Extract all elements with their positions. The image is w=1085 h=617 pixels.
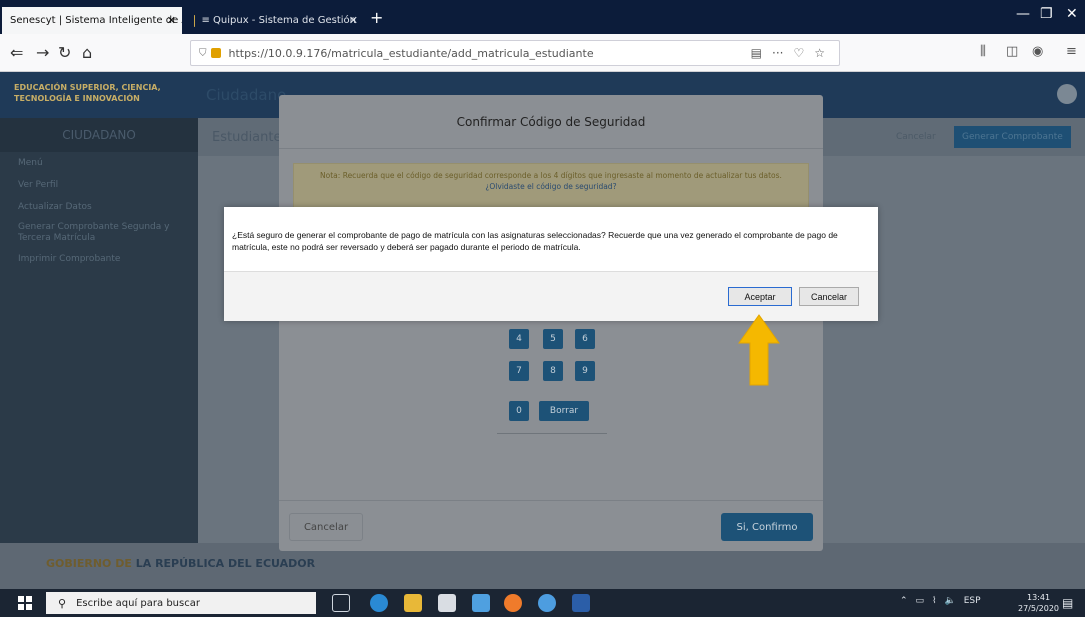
minimize-icon[interactable]: —	[1016, 6, 1030, 22]
sidebar-item-print[interactable]: Imprimir Comprobante	[0, 248, 198, 270]
content-title: Estudiante	[212, 130, 282, 145]
brand-logo: EDUCACIÓN SUPERIOR, CIENCIA, TECNOLOGÍA …	[14, 83, 161, 103]
keypad-key-9[interactable]: 9	[575, 361, 595, 381]
tab-senescyt[interactable]: Senescyt | Sistema Inteligente de A... ✕	[2, 7, 182, 34]
reload-icon[interactable]: ↻	[58, 43, 71, 62]
keypad-key-6[interactable]: 6	[575, 329, 595, 349]
restore-icon[interactable]: ❐	[1040, 6, 1053, 22]
footer-prefix: GOBIERNO DE	[46, 557, 132, 570]
user-menu[interactable]	[1057, 84, 1077, 104]
sidebar-head: CIUDADANO	[0, 118, 198, 152]
browser-tabbar: Senescyt | Sistema Inteligente de A... ✕…	[0, 0, 1085, 34]
clock-date: 27/5/2020	[1018, 604, 1060, 613]
forward-icon[interactable]: →	[36, 43, 49, 62]
tab-label: ≡ Quipux - Sistema de Gestión	[201, 15, 356, 26]
url-text: https://10.0.9.176/matricula_estudiante/…	[228, 46, 594, 60]
windows-start-icon[interactable]	[18, 596, 32, 610]
volume-icon[interactable]: 🔈	[944, 596, 955, 606]
reader-icon[interactable]: ▤	[751, 46, 762, 60]
taskbar-search-placeholder: Escribe aquí para buscar	[76, 597, 200, 609]
shield-icon: ⛉	[199, 47, 207, 59]
forgot-code-link[interactable]: ¿Olvidaste el código de seguridad?	[312, 181, 790, 192]
keypad-key-5[interactable]: 5	[543, 329, 563, 349]
menu-icon[interactable]: ≡	[1066, 44, 1077, 59]
url-actions: ▤ ··· ♡ ☆	[751, 46, 825, 60]
dialog-message: ¿Está seguro de generar el comprobante d…	[232, 230, 838, 252]
keypad-key-0[interactable]: 0	[509, 401, 529, 421]
store-icon[interactable]	[438, 594, 456, 612]
dialog-cancel-button[interactable]: Cancelar	[799, 287, 859, 306]
generate-button[interactable]: Generar Comprobante	[954, 126, 1071, 148]
system-tray: ⌃ ▭ ⌇ 🔈 ESP	[900, 596, 981, 606]
keypad-delete-button[interactable]: Borrar	[539, 401, 589, 421]
sidebar: CIUDADANO Menú Ver Perfil Actualizar Dat…	[0, 118, 198, 543]
modal-cancel-button[interactable]: Cancelar	[289, 513, 363, 541]
page-header-title: Ciudadano	[206, 86, 287, 104]
back-icon[interactable]: ⇐	[10, 43, 23, 62]
sidebar-item-menu[interactable]: Menú	[0, 152, 198, 174]
lock-icon	[210, 48, 221, 58]
search-icon: ⚲	[58, 596, 67, 610]
url-bar[interactable]: ⛉ https://10.0.9.176/matricula_estudiant…	[190, 40, 840, 66]
modal-divider	[279, 500, 823, 501]
accept-button[interactable]: Aceptar	[728, 287, 792, 306]
security-note-text: Nota: Recuerda que el código de segurida…	[320, 171, 782, 180]
confirm-dialog: ¿Está seguro de generar el comprobante d…	[224, 207, 878, 321]
avatar	[1057, 84, 1077, 104]
more-icon[interactable]: ···	[772, 46, 783, 60]
pocket-icon[interactable]: ♡	[793, 46, 804, 60]
up-arrow-icon	[738, 314, 780, 386]
language-indicator[interactable]: ESP	[964, 596, 981, 606]
file-explorer-icon[interactable]	[404, 594, 422, 612]
new-tab-icon[interactable]: +	[370, 8, 383, 27]
sidebar-item-generate[interactable]: Generar Comprobante Segunda y Tercera Ma…	[0, 218, 198, 248]
browser-navbar: ⇐ → ↻ ⌂ ⛉ https://10.0.9.176/matricula_e…	[0, 34, 1085, 72]
notification-icon[interactable]: ▤	[1062, 596, 1073, 610]
footer-main: LA REPÚBLICA DEL ECUADOR	[135, 557, 316, 570]
mail-icon[interactable]	[472, 594, 490, 612]
keypad-divider	[497, 433, 607, 434]
favicon-icon	[194, 14, 196, 27]
taskbar: ⚲ Escribe aquí para buscar ⌃ ▭ ⌇ 🔈 ESP 1…	[0, 589, 1085, 617]
modal-title: Confirmar Código de Seguridad	[279, 95, 823, 149]
edge-icon[interactable]	[370, 594, 388, 612]
close-window-icon[interactable]: ✕	[1066, 6, 1078, 22]
sidebar-icon[interactable]: ◫	[1006, 44, 1018, 59]
account-icon[interactable]: ◉	[1032, 44, 1043, 59]
clock-time: 13:41	[1026, 593, 1051, 602]
close-icon[interactable]: ✕	[167, 14, 176, 27]
task-view-icon[interactable]	[332, 594, 350, 612]
tab-label: Senescyt | Sistema Inteligente de A...	[10, 15, 182, 26]
battery-icon[interactable]: ▭	[916, 596, 925, 606]
home-icon[interactable]: ⌂	[82, 43, 92, 62]
chevron-up-icon[interactable]: ⌃	[900, 596, 908, 606]
keypad-key-7[interactable]: 7	[509, 361, 529, 381]
word-icon[interactable]	[572, 594, 590, 612]
clock[interactable]: 13:41 27/5/2020	[1018, 592, 1059, 614]
chrome-icon[interactable]	[538, 594, 556, 612]
tab-quipux[interactable]: ≡ Quipux - Sistema de Gestión ✕	[186, 7, 364, 34]
sidebar-item-profile[interactable]: Ver Perfil	[0, 174, 198, 196]
library-icon[interactable]: ⫼	[980, 44, 986, 59]
keypad-key-4[interactable]: 4	[509, 329, 529, 349]
bookmark-star-icon[interactable]: ☆	[814, 46, 825, 60]
taskbar-search[interactable]: ⚲ Escribe aquí para buscar	[46, 592, 316, 614]
security-note: Nota: Recuerda que el código de segurida…	[293, 163, 809, 209]
confirm-button[interactable]: Si, Confirmo	[721, 513, 813, 541]
close-icon[interactable]: ✕	[349, 14, 358, 27]
keypad-key-8[interactable]: 8	[543, 361, 563, 381]
header-cancel-button[interactable]: Cancelar	[888, 126, 944, 148]
firefox-icon[interactable]	[504, 594, 522, 612]
network-icon[interactable]: ⌇	[932, 596, 936, 606]
sidebar-item-update[interactable]: Actualizar Datos	[0, 196, 198, 218]
footer-text: GOBIERNO DE LA REPÚBLICA DEL ECUADOR	[46, 557, 315, 570]
